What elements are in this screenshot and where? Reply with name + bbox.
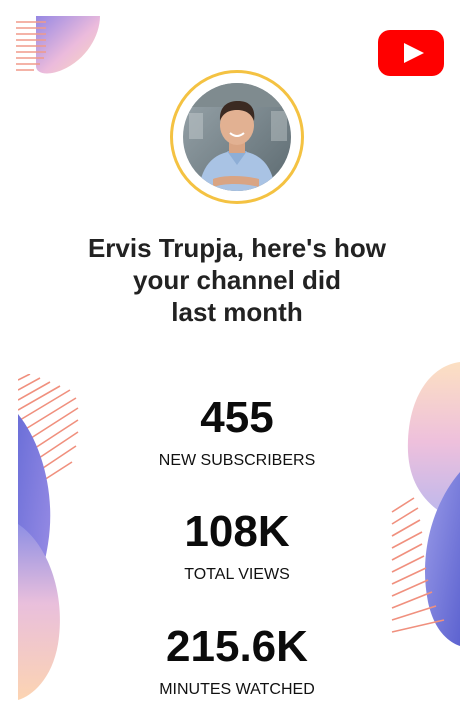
decorative-stripes-top-left (16, 16, 100, 74)
stat-label: MINUTES WATCHED (159, 681, 315, 698)
monthly-report-card: Ervis Trupja, here's how your channel di… (0, 0, 474, 727)
youtube-logo-icon[interactable] (378, 30, 444, 76)
headline-line-1: Ervis Trupja, here's how (87, 233, 387, 263)
headline-line-3: last month (171, 297, 303, 327)
decorative-waves-right (391, 362, 460, 646)
stat-minutes-watched: 215.6K MINUTES WATCHED (100, 622, 374, 700)
decorative-waves-left (18, 374, 79, 700)
stat-label: NEW SUBSCRIBERS (158, 452, 316, 469)
stat-value: 455 (200, 393, 274, 442)
stat-label: TOTAL VIEWS (184, 566, 290, 583)
stat-value: 108K (184, 507, 290, 556)
profile-photo-icon (183, 83, 291, 191)
avatar-ring (170, 70, 304, 204)
headline-line-2: your channel did (132, 265, 342, 295)
stat-value: 215.6K (166, 622, 308, 671)
stat-total-views: 108K TOTAL VIEWS (100, 507, 374, 585)
stat-new-subscribers: 455 NEW SUBSCRIBERS (100, 393, 374, 471)
avatar (183, 83, 291, 191)
page-title: Ervis Trupja, here's how your channel di… (40, 232, 434, 328)
